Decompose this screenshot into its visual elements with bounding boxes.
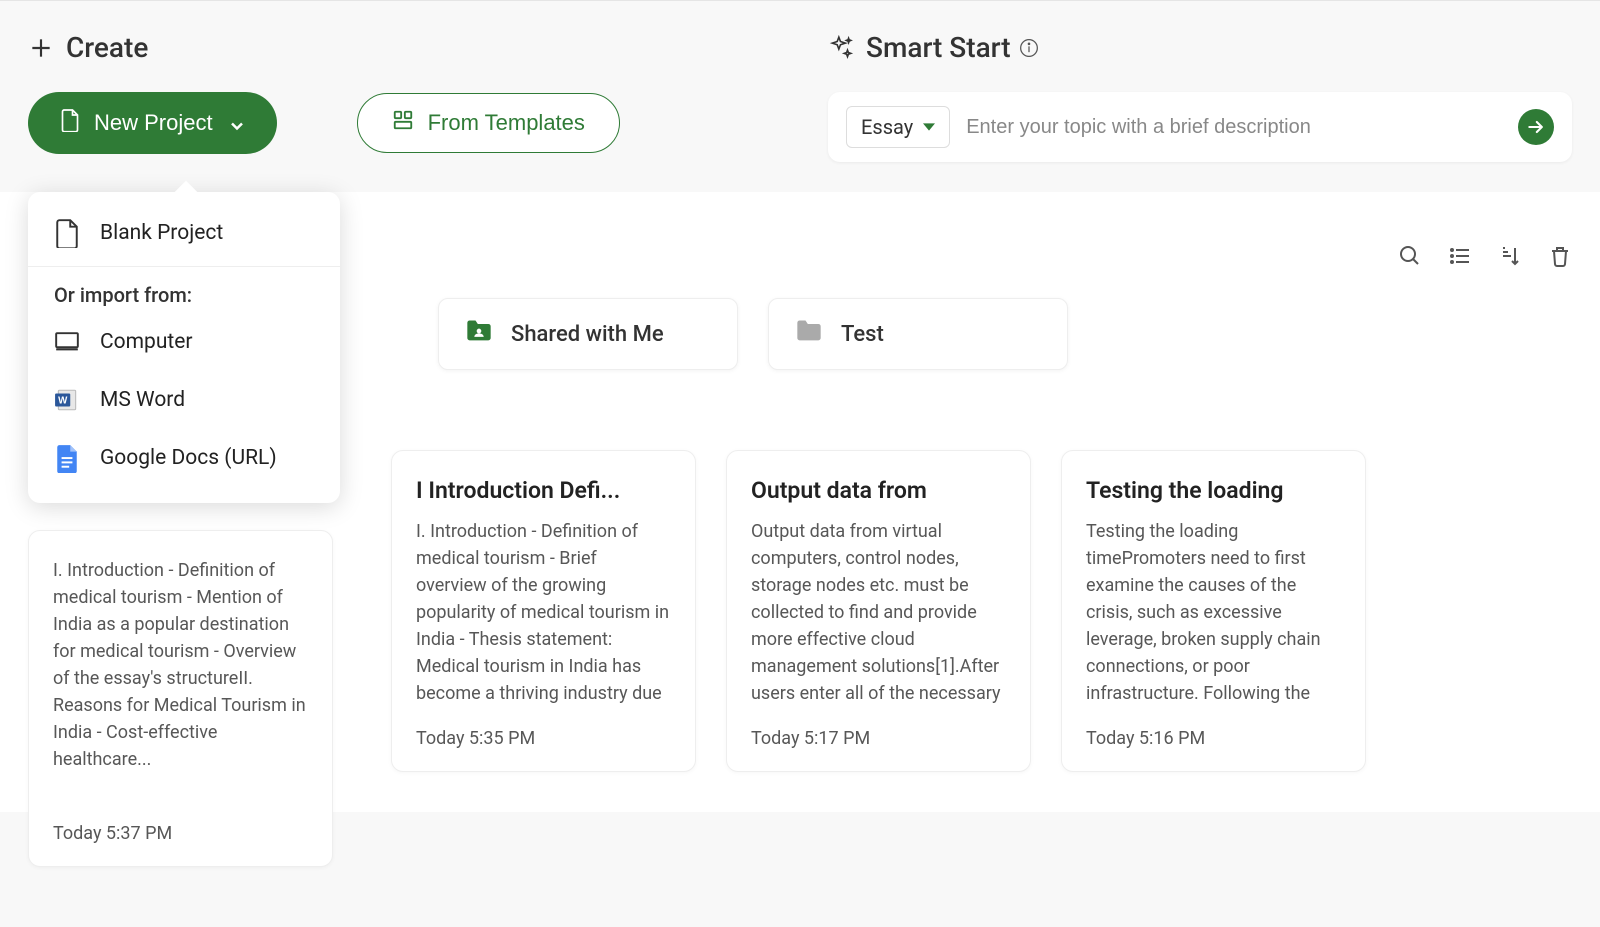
new-project-dropdown: Blank Project Or import from: Computer W… — [28, 192, 340, 503]
smart-start-section: Smart Start Essay — [828, 31, 1572, 162]
create-heading: Create — [66, 31, 148, 64]
project-title: Testing the loading — [1086, 477, 1341, 504]
blank-project-label: Blank Project — [100, 221, 223, 245]
project-card[interactable]: I Introduction Defi... I. Introduction -… — [391, 450, 696, 772]
from-templates-button[interactable]: From Templates — [357, 93, 620, 153]
project-time: Today 5:16 PM — [1086, 728, 1341, 749]
content-type-select[interactable]: Essay — [846, 106, 950, 148]
project-body: I. Introduction - Definition of medical … — [53, 557, 308, 803]
sparkle-icon — [828, 35, 854, 61]
chevron-down-icon — [227, 114, 245, 132]
project-title: I Introduction Defi... — [416, 477, 671, 504]
from-templates-label: From Templates — [428, 110, 585, 136]
import-computer-label: Computer — [100, 330, 193, 354]
new-project-button[interactable]: New Project — [28, 92, 277, 154]
dropdown-triangle-icon — [923, 121, 935, 133]
document-icon — [60, 108, 80, 138]
list-view-icon[interactable] — [1448, 244, 1472, 268]
document-icon — [54, 220, 80, 246]
project-body: Testing the loading timePromoters need t… — [1086, 518, 1341, 708]
computer-icon — [54, 329, 80, 355]
shared-folder-icon — [465, 319, 493, 349]
project-time: Today 5:35 PM — [416, 728, 671, 749]
svg-text:W: W — [58, 395, 68, 406]
project-card[interactable]: Testing the loading Testing the loading … — [1061, 450, 1366, 772]
folder-shared-with-me[interactable]: Shared with Me — [438, 298, 738, 370]
folder-test[interactable]: Test — [768, 298, 1068, 370]
arrow-right-icon — [1526, 117, 1546, 137]
smart-start-heading: Smart Start — [866, 31, 1011, 64]
project-card[interactable]: I. Introduction - Definition of medical … — [28, 530, 333, 867]
project-body: I. Introduction - Definition of medical … — [416, 518, 671, 708]
folder-label: Shared with Me — [511, 322, 664, 347]
project-time: Today 5:37 PM — [53, 823, 308, 844]
submit-arrow-button[interactable] — [1518, 109, 1554, 145]
new-project-label: New Project — [94, 110, 213, 136]
templates-icon — [392, 109, 414, 137]
plus-icon — [28, 35, 54, 61]
import-gdocs-label: Google Docs (URL) — [100, 446, 277, 470]
msword-icon: W — [54, 387, 80, 413]
import-computer-option[interactable]: Computer — [28, 313, 340, 371]
import-msword-label: MS Word — [100, 388, 185, 412]
project-card[interactable]: Output data from Output data from virtua… — [726, 450, 1031, 772]
trash-icon[interactable] — [1548, 244, 1572, 268]
folder-icon — [795, 319, 823, 349]
blank-project-option[interactable]: Blank Project — [28, 204, 340, 262]
import-gdocs-option[interactable]: Google Docs (URL) — [28, 429, 340, 487]
info-icon[interactable] — [1019, 38, 1039, 58]
project-time: Today 5:17 PM — [751, 728, 1006, 749]
search-icon[interactable] — [1398, 244, 1422, 268]
gdocs-icon — [54, 445, 80, 471]
folder-label: Test — [841, 322, 884, 347]
project-title: Output data from — [751, 477, 1006, 504]
import-from-label: Or import from: — [28, 271, 340, 313]
import-msword-option[interactable]: W MS Word — [28, 371, 340, 429]
divider — [28, 266, 340, 267]
smart-start-input-wrap: Essay — [828, 92, 1572, 162]
project-body: Output data from virtual computers, cont… — [751, 518, 1006, 708]
topic-input[interactable] — [966, 116, 1502, 139]
content-type-value: Essay — [861, 115, 913, 139]
create-section: Create New Project From Templates — [28, 31, 788, 162]
sort-icon[interactable] — [1498, 244, 1522, 268]
